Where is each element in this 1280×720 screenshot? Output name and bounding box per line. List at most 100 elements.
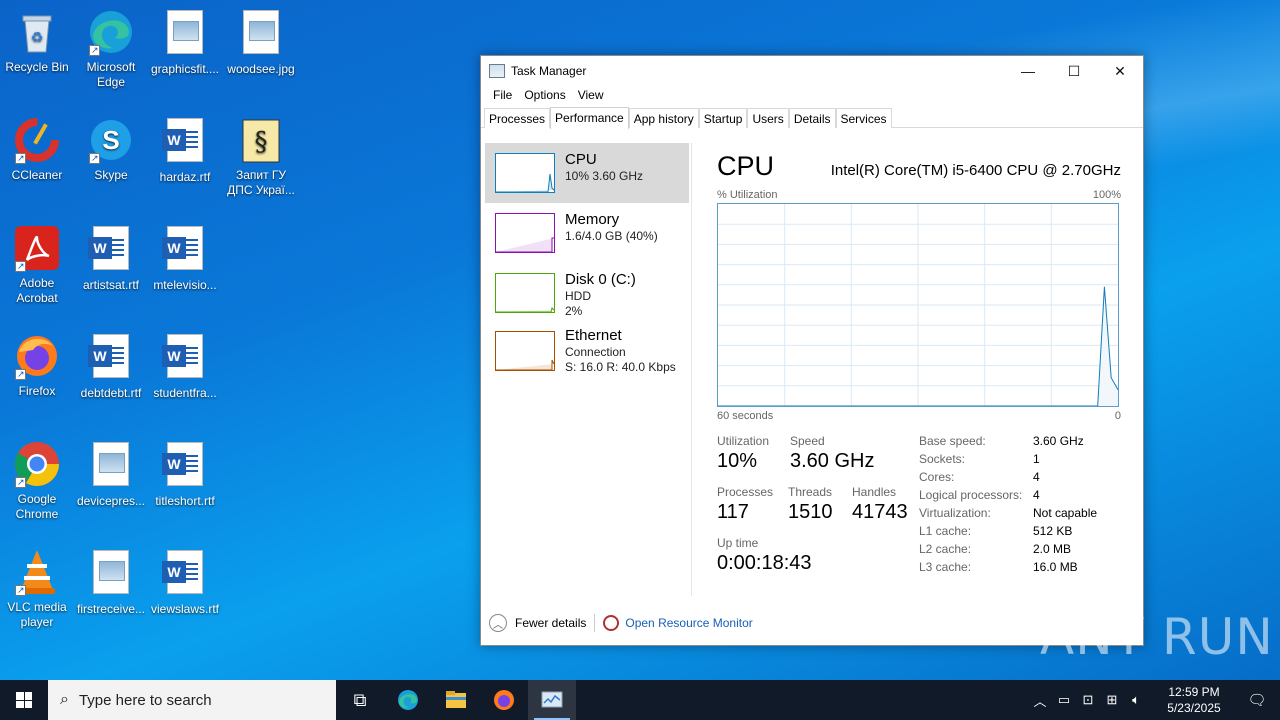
- chevron-up-icon[interactable]: ︿: [489, 614, 507, 632]
- desktop-icon-label: Microsoft Edge: [86, 60, 136, 89]
- spec-key: Cores:: [919, 470, 955, 484]
- task-view-icon: ⧉: [353, 689, 367, 710]
- network-icon[interactable]: ⊞: [1100, 692, 1124, 708]
- chevron-up-icon[interactable]: ︿: [1028, 691, 1052, 710]
- graph-y-label: % Utilization: [717, 189, 778, 201]
- taskbar-search-box[interactable]: ⌕ Type here to search: [48, 680, 336, 720]
- desktop-icon-firstreceive[interactable]: firstreceive...: [74, 548, 148, 617]
- processes-label: Processes: [717, 485, 774, 499]
- desktop-icon-viewslaws[interactable]: W viewslaws.rtf: [148, 548, 222, 617]
- desktop-icon-label: Firefox: [18, 384, 56, 398]
- menu-file[interactable]: File: [487, 86, 518, 106]
- desktop-icon-studentfra[interactable]: W studentfra...: [148, 332, 222, 401]
- word-doc-icon: W: [161, 226, 209, 274]
- desktop-icon-ccleaner[interactable]: CCleaner: [0, 116, 74, 183]
- ccleaner-icon: [13, 116, 61, 166]
- desktop-icon-woodsee[interactable]: woodsee.jpg: [224, 8, 298, 77]
- desktop-icon-vlc[interactable]: VLC media player: [0, 548, 74, 630]
- taskbar-edge[interactable]: [384, 680, 432, 720]
- tab-services[interactable]: Services: [835, 108, 892, 128]
- resource-detail: 10% 3.60 GHz: [565, 169, 644, 183]
- volume-icon[interactable]: 🔈︎: [1124, 692, 1148, 708]
- minimize-button[interactable]: —: [1005, 56, 1051, 86]
- desktop-icon-adobe-acrobat[interactable]: Adobe Acrobat: [0, 224, 74, 306]
- cpu-panel: CPU Intel(R) Core(TM) i5-6400 CPU @ 2.70…: [717, 151, 1121, 422]
- disk-mini-graph: [495, 273, 555, 313]
- taskbar-file-explorer[interactable]: [432, 680, 480, 720]
- desktop-icon-label: mtelevisio...: [153, 278, 217, 292]
- image-file-icon: [237, 10, 285, 58]
- resource-name: Ethernet: [565, 327, 622, 344]
- resource-cpu[interactable]: CPU 10% 3.60 GHz: [485, 143, 689, 203]
- desktop-icon-mtelevisio[interactable]: W mtelevisio...: [148, 224, 222, 293]
- taskbar-task-manager[interactable]: [528, 680, 576, 720]
- spec-key: L3 cache:: [919, 560, 972, 574]
- task-manager-window: Task Manager — ☐ ✕ File Options View Pro…: [480, 55, 1144, 646]
- desktop-icon-zapyt[interactable]: § Запит ГУ ДПС Украї...: [224, 116, 298, 198]
- desktop-icon-label: firstreceive...: [76, 602, 145, 616]
- resource-disk[interactable]: Disk 0 (C:) HDD 2%: [485, 263, 689, 323]
- fewer-details-link[interactable]: Fewer details: [515, 616, 586, 630]
- spec-key: L2 cache:: [919, 542, 972, 556]
- tab-performance[interactable]: Performance: [550, 107, 629, 129]
- desktop-icon-firefox[interactable]: Firefox: [0, 332, 74, 399]
- taskbar-clock[interactable]: 12:59 PM 5/23/2025: [1154, 684, 1234, 716]
- desktop-icon-skype[interactable]: S Skype: [74, 116, 148, 183]
- resource-memory[interactable]: Memory 1.6/4.0 GB (40%): [485, 203, 689, 263]
- desktop-icon-devicepres[interactable]: devicepres...: [74, 440, 148, 509]
- desktop-icon-label: graphicsfit....: [150, 62, 220, 76]
- graph-y-max: 100%: [1092, 189, 1121, 201]
- open-resource-monitor-link[interactable]: Open Resource Monitor: [625, 616, 752, 630]
- watermark-logo: ANY RUN: [1040, 608, 1274, 666]
- menu-bar: File Options View: [481, 86, 1143, 106]
- menu-options[interactable]: Options: [518, 86, 571, 106]
- graph-x-label: 60 seconds: [717, 410, 774, 422]
- resource-detail-2: S: 16.0 R: 40.0 Kbps: [565, 360, 676, 374]
- tab-users[interactable]: Users: [747, 108, 789, 128]
- spec-value: 3.60 GHz: [1033, 434, 1084, 448]
- desktop-icon-graphicsfit[interactable]: graphicsfit....: [148, 8, 222, 77]
- notification-center-button[interactable]: 🗨︎: [1234, 680, 1280, 720]
- resource-ethernet[interactable]: Ethernet Connection S: 16.0 R: 40.0 Kbps: [485, 323, 689, 385]
- tab-app-history[interactable]: App history: [628, 108, 699, 128]
- desktop-icon-titleshort[interactable]: W titleshort.rtf: [148, 440, 222, 509]
- svg-text:§: §: [255, 127, 268, 157]
- desktop-icon-label: hardaz.rtf: [159, 170, 211, 184]
- resource-name: Memory: [565, 211, 620, 228]
- desktop-icon-hardaz[interactable]: W hardaz.rtf: [148, 116, 222, 185]
- spec-key: Logical processors:: [919, 488, 1023, 502]
- tab-bar: Processes Performance App history Startu…: [481, 106, 1143, 129]
- desktop-icon-recycle-bin[interactable]: ♻ Recycle Bin: [0, 8, 74, 75]
- usb-device-icon[interactable]: ▭: [1052, 692, 1076, 708]
- desktop-icon-label: Google Chrome: [15, 492, 59, 521]
- cpu-specs: Base speed: 3.60 GHz Sockets: 1 Cores: 4 Lo…: [919, 434, 1129, 578]
- spec-value: 2.0 MB: [1033, 542, 1072, 556]
- desktop-icon-debtdebt[interactable]: W debtdebt.rtf: [74, 332, 148, 401]
- resource-detail: Connection: [565, 345, 626, 359]
- task-view-button[interactable]: ⧉: [336, 680, 384, 720]
- start-button[interactable]: [0, 680, 48, 720]
- processes-value: 117: [717, 501, 749, 523]
- spec-key: Sockets:: [919, 452, 966, 466]
- spec-row: Cores: 4: [919, 470, 1129, 488]
- taskbar-firefox[interactable]: [480, 680, 528, 720]
- task-manager-icon: [541, 691, 563, 708]
- speed-label: Speed: [790, 434, 825, 448]
- tab-processes[interactable]: Processes: [484, 108, 551, 128]
- menu-view[interactable]: View: [572, 86, 610, 106]
- meet-now-icon[interactable]: ⊡: [1076, 692, 1100, 708]
- tab-startup[interactable]: Startup: [698, 108, 748, 128]
- desktop-icon-google-chrome[interactable]: Google Chrome: [0, 440, 74, 522]
- tab-details[interactable]: Details: [788, 108, 836, 128]
- close-button[interactable]: ✕: [1097, 56, 1143, 86]
- uptime-value: 0:00:18:43: [717, 552, 812, 574]
- script-file-icon: §: [237, 116, 285, 164]
- spec-row: L2 cache: 2.0 MB: [919, 542, 1129, 560]
- desktop-icon-label: titleshort.rtf: [155, 494, 215, 508]
- edge-icon: [87, 8, 135, 58]
- desktop-icon-artistsat[interactable]: W artistsat.rtf: [74, 224, 148, 293]
- title-bar[interactable]: Task Manager — ☐ ✕: [481, 56, 1143, 86]
- desktop-icon-label: studentfra...: [153, 386, 217, 400]
- desktop-icon-microsoft-edge[interactable]: Microsoft Edge: [74, 8, 148, 90]
- maximize-button[interactable]: ☐: [1051, 56, 1097, 86]
